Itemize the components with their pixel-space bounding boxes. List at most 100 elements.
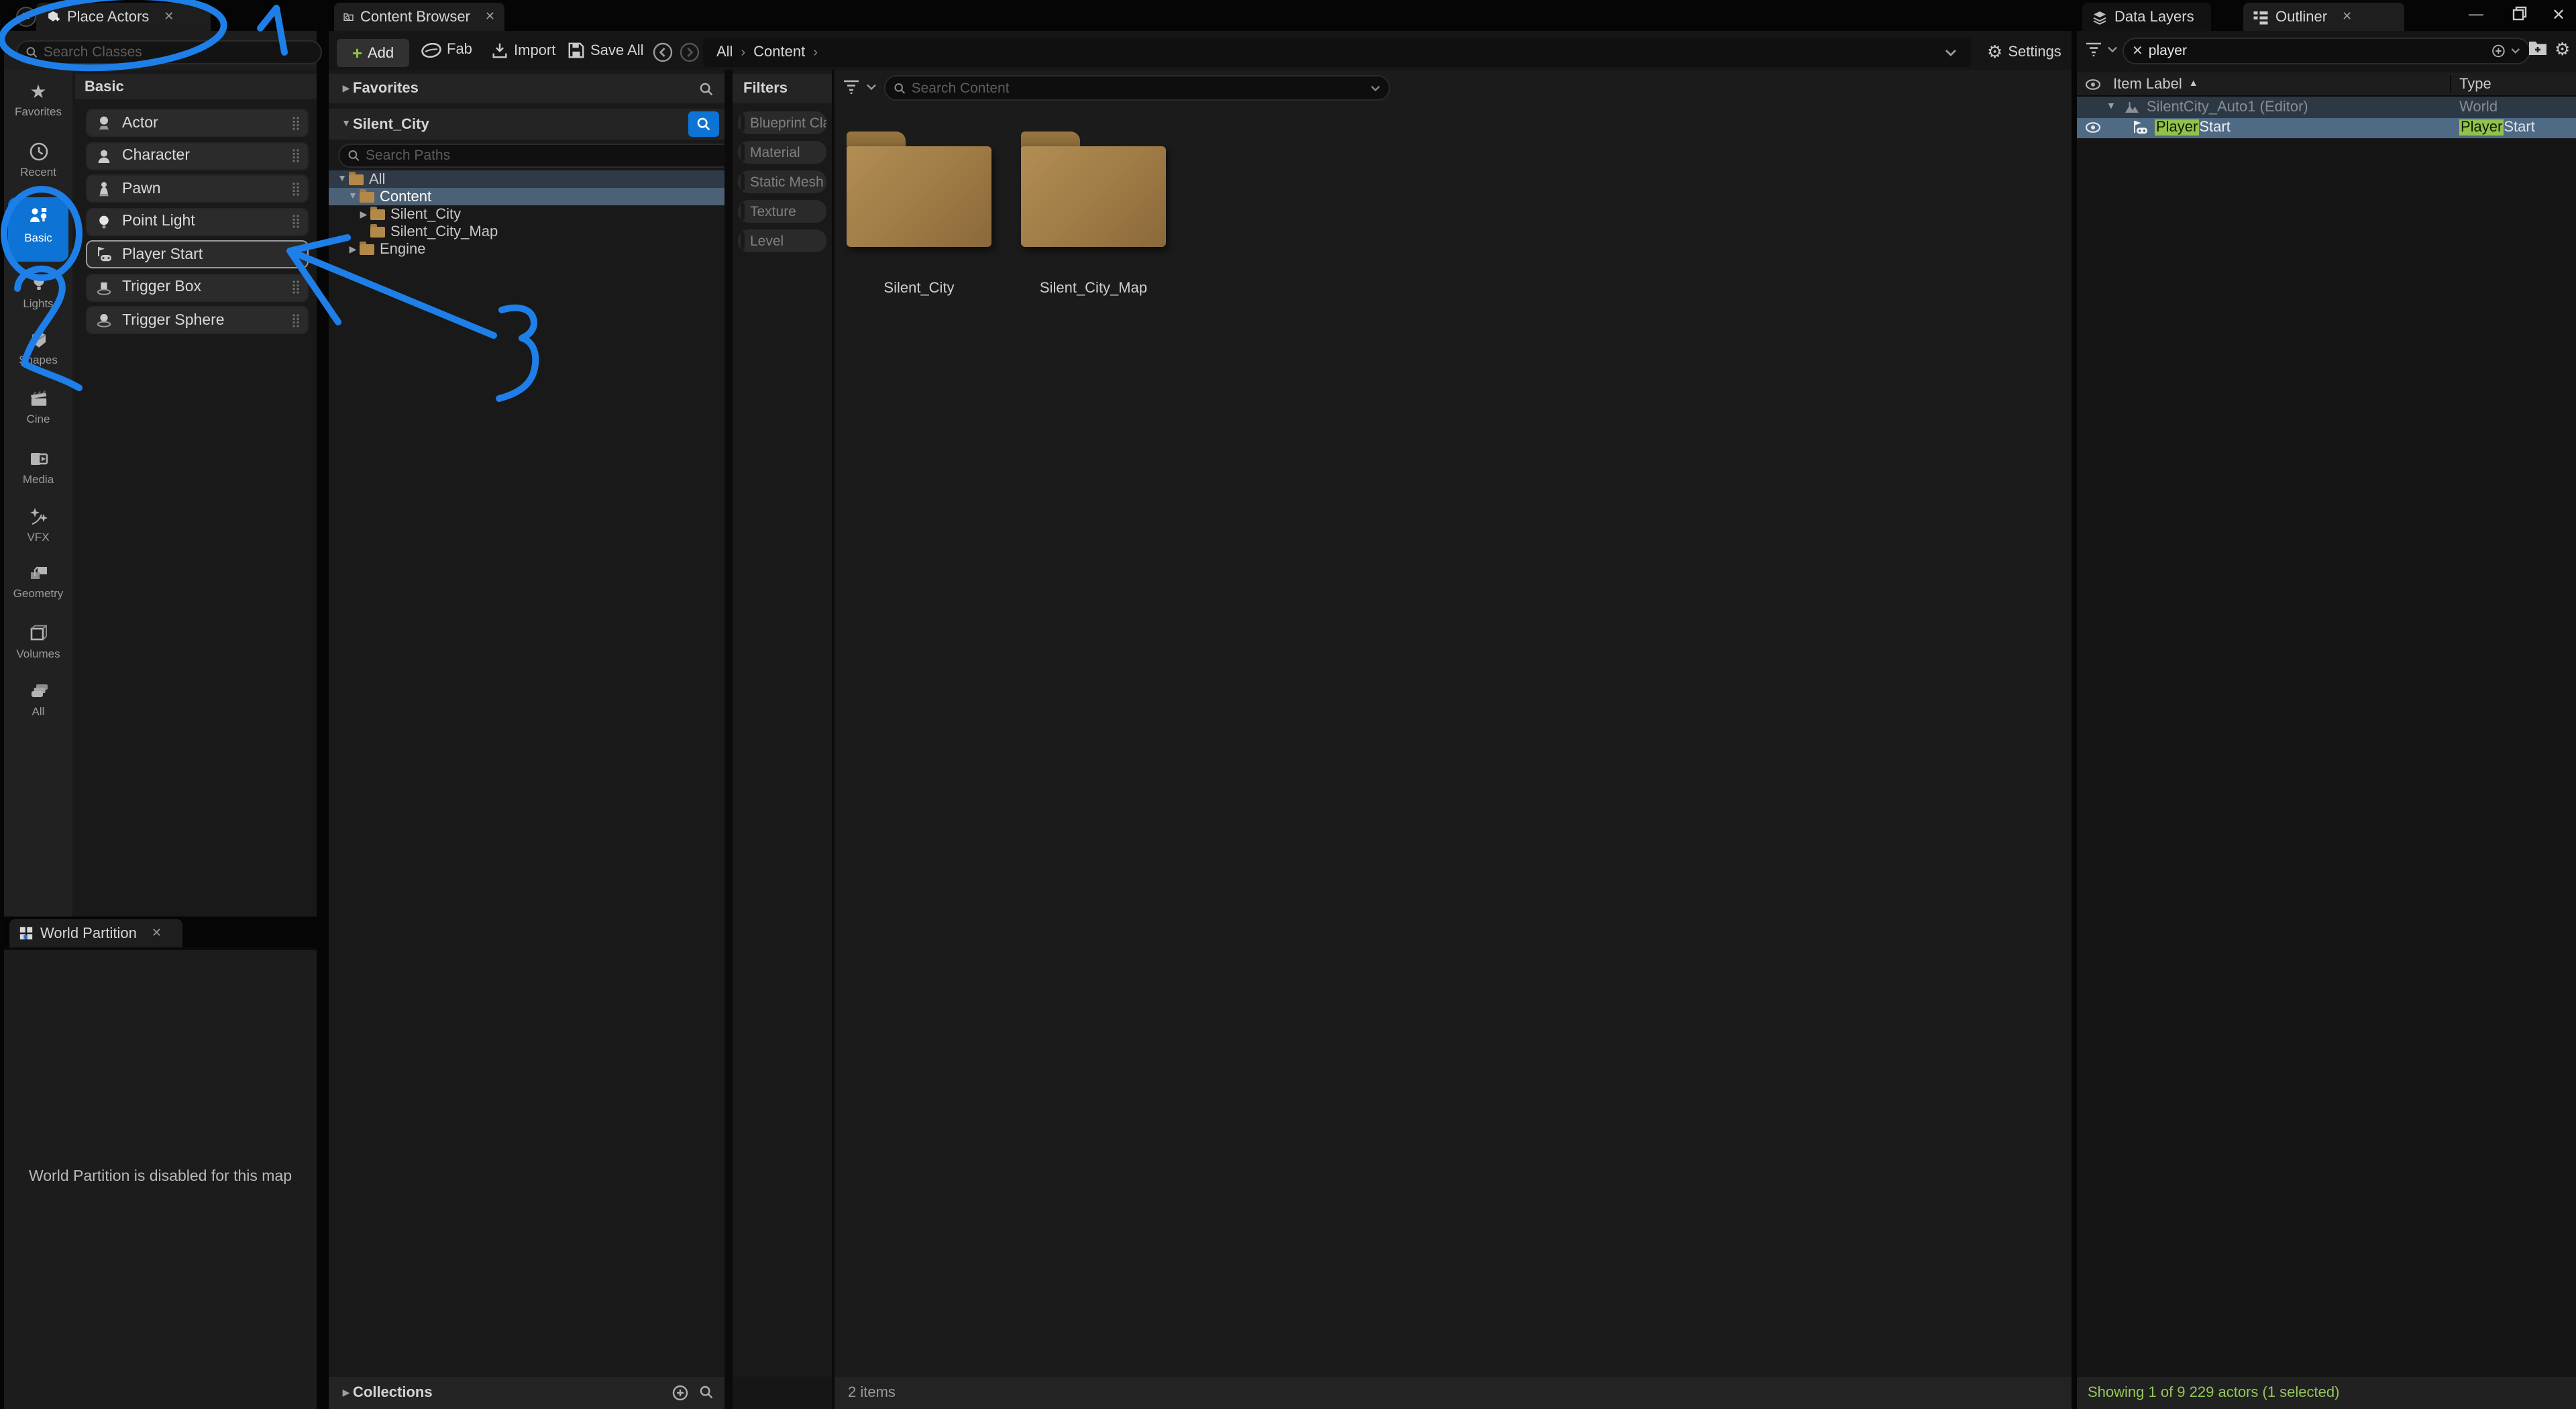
divider[interactable] [724, 70, 733, 1408]
add-button[interactable]: + Add [337, 39, 409, 67]
tab-data-layers[interactable]: Data Layers [2082, 3, 2211, 31]
filter-pill-static-mesh[interactable]: Static Mesh [738, 170, 826, 193]
column-divider[interactable] [2450, 75, 2451, 93]
window-close-button[interactable]: ✕ [2552, 5, 2565, 24]
filter-pill-blueprint-class[interactable]: Blueprint Class [738, 111, 826, 134]
outliner-search-input[interactable] [2149, 43, 2486, 59]
search-content-field[interactable] [884, 75, 1390, 101]
filter-pill-level[interactable]: Level [738, 229, 826, 252]
filter-funnel-icon[interactable] [2085, 42, 2102, 56]
add-filter-icon[interactable] [2491, 43, 2506, 59]
settings-button[interactable]: ⚙ Settings [1987, 42, 2061, 63]
list-item-player-start[interactable]: Player Start [86, 240, 309, 268]
visibility-column-eye-icon[interactable] [2085, 79, 2101, 89]
favorites-header[interactable]: ▶ Favorites [329, 74, 724, 103]
tab-content-browser[interactable]: Content Browser ✕ [334, 3, 504, 31]
sidebar-item-favorites[interactable]: ★ Favorites [4, 81, 72, 118]
sidebar-item-volumes[interactable]: Volumes [4, 623, 72, 660]
chevron-down-icon[interactable] [1369, 84, 1381, 92]
collections-header[interactable]: ▶ Collections [329, 1377, 724, 1408]
drag-handle-icon[interactable] [292, 116, 299, 129]
path-header[interactable]: ▼ Silent_City [329, 109, 724, 140]
sidebar-item-recent[interactable]: Recent [4, 141, 72, 178]
filter-funnel-icon[interactable] [843, 79, 860, 94]
add-collection-icon[interactable] [672, 1385, 688, 1401]
asset-folder-label[interactable]: Silent_City [825, 280, 1013, 297]
outliner-settings-gear-icon[interactable]: ⚙ [2555, 39, 2570, 60]
list-item-pawn[interactable]: Pawn [86, 174, 309, 203]
drag-handle-icon[interactable] [292, 248, 299, 261]
list-item-trigger-sphere[interactable]: Trigger Sphere [86, 306, 309, 334]
sidebar-item-lights[interactable]: Lights [4, 272, 72, 310]
back-button[interactable] [652, 42, 674, 63]
forward-button[interactable] [679, 42, 700, 63]
breadcrumb-current[interactable]: Content [753, 44, 805, 60]
tab-world-partition[interactable]: World Partition ✕ [9, 919, 182, 947]
asset-folder-label[interactable]: Silent_City_Map [1000, 280, 1187, 297]
list-item-trigger-box[interactable]: Trigger Box [86, 273, 309, 301]
search-paths-toggle-button[interactable] [688, 111, 719, 137]
drag-handle-icon[interactable] [292, 149, 299, 162]
sort-ascending-icon[interactable]: ▲ [2189, 79, 2198, 89]
expander-icon[interactable]: ▶ [339, 83, 353, 94]
list-item-actor[interactable]: Actor [86, 109, 309, 137]
close-icon[interactable]: ✕ [164, 9, 174, 24]
sidebar-item-media[interactable]: Media [4, 448, 72, 486]
sidebar-item-cine[interactable]: Cine [4, 388, 72, 425]
outliner-row-world[interactable]: ▼ SilentCity_Auto1 (Editor) World [2077, 97, 2576, 117]
search-classes-field[interactable] [16, 40, 322, 64]
sidebar-item-vfx[interactable]: VFX [4, 506, 72, 543]
fab-button[interactable]: Fab [421, 42, 472, 58]
sidebar-item-geometry[interactable]: Geometry [4, 562, 72, 600]
close-icon[interactable]: ✕ [2342, 9, 2352, 24]
search-icon[interactable] [699, 81, 714, 96]
expander-icon[interactable]: ▶ [339, 1388, 353, 1398]
chevron-down-icon[interactable] [2106, 46, 2118, 54]
drag-handle-icon[interactable] [292, 280, 299, 294]
new-folder-icon[interactable] [2528, 39, 2548, 58]
clear-search-icon[interactable]: ✕ [2132, 44, 2143, 58]
filter-pill-material[interactable]: Material [738, 141, 826, 164]
drag-handle-icon[interactable] [292, 313, 299, 327]
expander-icon[interactable]: ▼ [2106, 103, 2116, 112]
search-icon[interactable] [699, 1386, 714, 1400]
tree-item-silent-city[interactable]: ▶ Silent_City [329, 205, 753, 223]
tab-place-actors[interactable]: Place Actors ✕ [36, 3, 211, 31]
sidebar-item-all[interactable]: All [4, 680, 72, 718]
search-content-input[interactable] [912, 80, 1364, 96]
breadcrumb-root[interactable]: All [716, 44, 733, 60]
window-minimize-button[interactable]: — [2469, 7, 2483, 23]
outliner-search-field[interactable]: ✕ [2123, 38, 2530, 64]
tree-item-all[interactable]: ▼ All [329, 170, 731, 188]
expander-icon[interactable]: ▶ [357, 209, 370, 219]
close-icon[interactable]: ✕ [152, 926, 162, 941]
expander-icon[interactable]: ▼ [339, 119, 353, 129]
sidebar-item-basic[interactable]: Basic [8, 197, 68, 262]
search-paths-input[interactable] [366, 148, 724, 164]
chevron-down-icon[interactable] [1944, 48, 1957, 57]
asset-folder-silent-city-map[interactable] [1021, 132, 1166, 247]
search-paths-field[interactable] [338, 144, 734, 168]
sidebar-item-shapes[interactable]: Shapes [4, 329, 72, 366]
expander-icon[interactable]: ▶ [346, 244, 360, 254]
column-header-type[interactable]: Type [2459, 76, 2491, 92]
search-classes-input[interactable] [44, 44, 313, 60]
outliner-row-playerstart[interactable]: PlayerStart PlayerStart [2077, 117, 2576, 138]
window-restore-button[interactable] [2512, 5, 2528, 21]
tree-item-silent-city-map[interactable]: Silent_City_Map [329, 223, 766, 240]
filter-pill-texture[interactable]: Texture [738, 200, 826, 223]
chevron-down-icon[interactable] [2510, 47, 2521, 55]
close-icon[interactable]: ✕ [485, 9, 495, 24]
asset-folder-silent-city[interactable] [847, 132, 991, 247]
save-all-button[interactable]: Save All [568, 42, 644, 59]
import-button[interactable]: Import [491, 42, 555, 59]
drag-handle-icon[interactable] [292, 182, 299, 195]
tree-item-content[interactable]: ▼ Content [329, 188, 742, 205]
visibility-eye-icon[interactable] [2085, 123, 2101, 134]
tree-item-engine[interactable]: ▶ Engine [329, 240, 742, 258]
chevron-down-icon[interactable] [865, 83, 877, 91]
expander-icon[interactable]: ▼ [346, 192, 360, 201]
column-header-item-label[interactable]: Item Label [2113, 76, 2182, 92]
unreal-logo-icon[interactable]: u [16, 6, 36, 26]
drag-handle-icon[interactable] [292, 215, 299, 228]
